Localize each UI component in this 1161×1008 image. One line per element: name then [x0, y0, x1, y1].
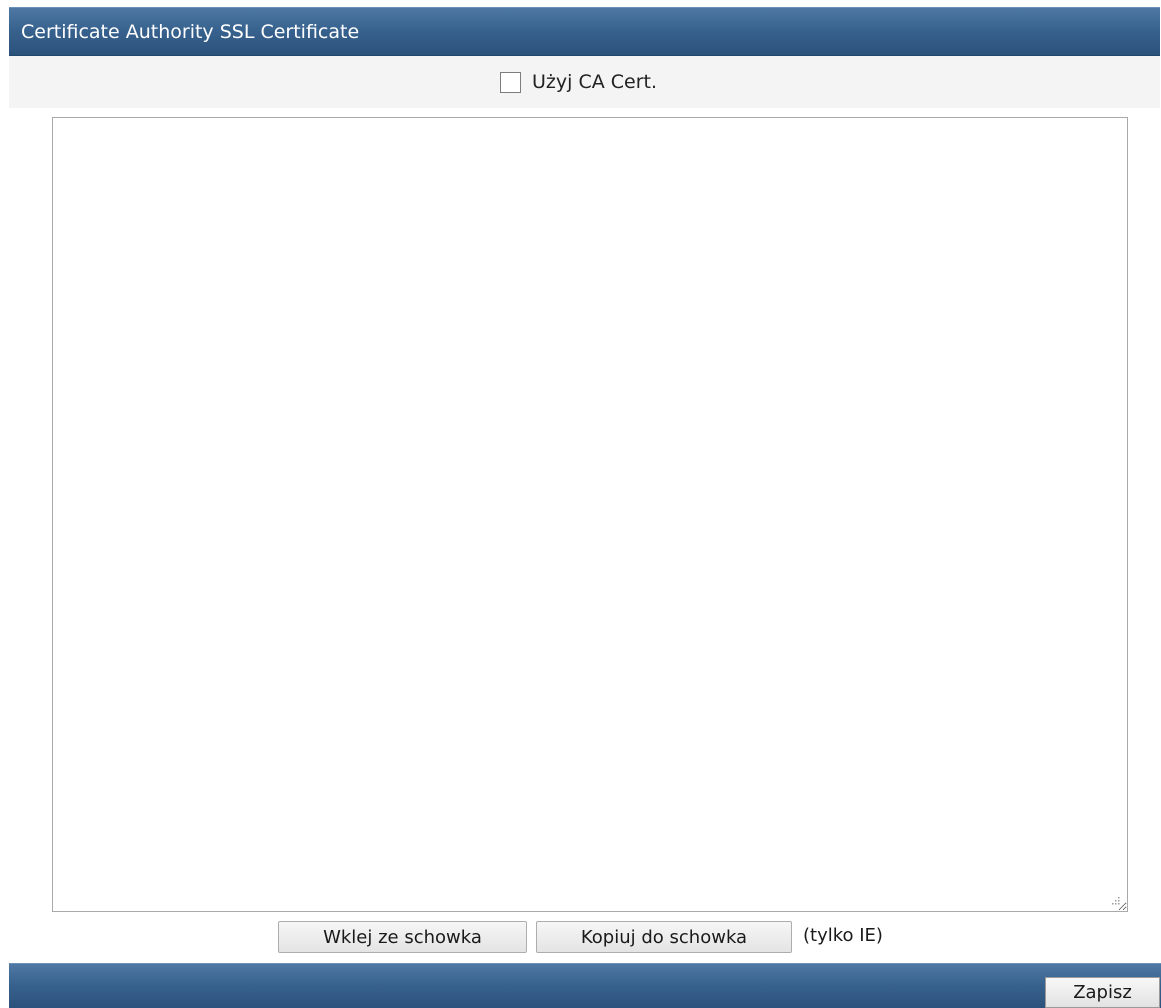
ca-cert-row: Użyj CA Cert.: [9, 56, 1160, 108]
copy-to-clipboard-button[interactable]: Kopiuj do schowka: [536, 921, 792, 953]
use-ca-cert-checkbox[interactable]: [500, 71, 521, 93]
section-title: Certificate Authority SSL Certificate: [21, 21, 360, 43]
clipboard-actions: Wklej ze schowka Kopiuj do schowka (tylk…: [0, 921, 1161, 953]
certificate-textarea[interactable]: [52, 117, 1128, 912]
use-ca-cert-label: Użyj CA Cert.: [532, 71, 658, 93]
section-title-bar: Certificate Authority SSL Certificate: [9, 7, 1160, 56]
paste-from-clipboard-button[interactable]: Wklej ze schowka: [278, 921, 527, 953]
save-button[interactable]: Zapisz: [1045, 977, 1160, 1008]
resize-grip-icon[interactable]: [1109, 894, 1121, 906]
footer-bar: [9, 963, 1161, 1008]
use-ca-cert-toggle[interactable]: Użyj CA Cert.: [500, 69, 657, 95]
ie-only-note: (tylko IE): [803, 925, 883, 946]
